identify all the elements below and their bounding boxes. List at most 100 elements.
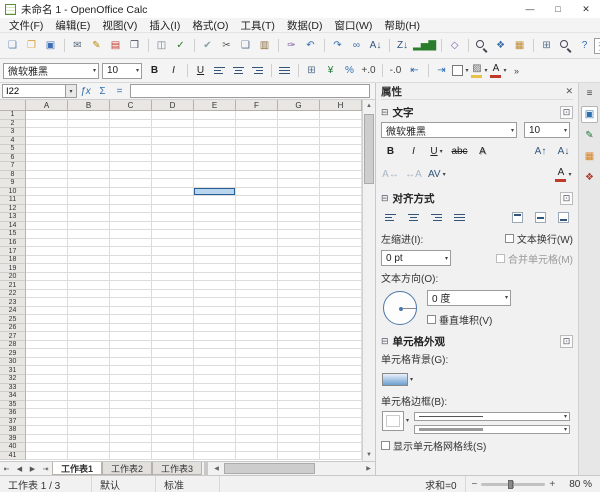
scroll-right-icon[interactable]: ▶ [362, 462, 375, 475]
cell-B8[interactable] [68, 171, 110, 180]
row-header-16[interactable]: 16 [0, 239, 26, 248]
cell-A33[interactable] [26, 384, 68, 393]
align-bottom-button[interactable] [555, 209, 572, 226]
cell-G25[interactable] [278, 315, 320, 324]
cell-G35[interactable] [278, 401, 320, 410]
cell-E7[interactable] [194, 162, 236, 171]
cell-H38[interactable] [320, 426, 362, 435]
increase-indent-button[interactable]: ⇥ [433, 62, 450, 79]
cell-H40[interactable] [320, 443, 362, 452]
cell-D40[interactable] [152, 443, 194, 452]
cell-E6[interactable] [194, 154, 236, 163]
sidebar-font-name-combobox[interactable]: 微软雅黑 ▾ [381, 122, 517, 138]
row-header-10[interactable]: 10 [0, 188, 26, 197]
menu-item-1[interactable]: 文件(F) [3, 18, 49, 32]
sidebar-font-color-button-dropdown-icon[interactable]: ▾ [568, 171, 571, 178]
cell-D6[interactable] [152, 154, 194, 163]
row-header-15[interactable]: 15 [0, 230, 26, 239]
cell-H1[interactable] [320, 111, 362, 120]
sidebar-font-size-dropdown-icon[interactable]: ▾ [564, 127, 567, 134]
menu-item-9[interactable]: 帮助(H) [378, 18, 426, 32]
cell-G38[interactable] [278, 426, 320, 435]
row-header-28[interactable]: 28 [0, 341, 26, 350]
cell-D35[interactable] [152, 401, 194, 410]
cell-F29[interactable] [236, 349, 278, 358]
cell-B17[interactable] [68, 247, 110, 256]
cell-A35[interactable] [26, 401, 68, 410]
cell-A25[interactable] [26, 315, 68, 324]
cell-C34[interactable] [110, 392, 152, 401]
cell-E24[interactable] [194, 307, 236, 316]
cell-E31[interactable] [194, 366, 236, 375]
cell-A28[interactable] [26, 341, 68, 350]
cell-E29[interactable] [194, 349, 236, 358]
indent-dropdown-icon[interactable]: ▾ [445, 255, 448, 262]
page-preview-button[interactable]: ◫ [153, 37, 170, 54]
cell-E40[interactable] [194, 443, 236, 452]
show-gridlines-checkbox[interactable] [381, 441, 390, 450]
cell-D19[interactable] [152, 264, 194, 273]
cell-A11[interactable] [26, 196, 68, 205]
cell-C5[interactable] [110, 145, 152, 154]
cell-F1[interactable] [236, 111, 278, 120]
cell-D14[interactable] [152, 222, 194, 231]
row-header-9[interactable]: 9 [0, 179, 26, 188]
cell-E18[interactable] [194, 256, 236, 265]
sidebar-close-button[interactable]: ✕ [565, 86, 573, 97]
navigator-button[interactable]: ❖ [492, 37, 509, 54]
column-header-A[interactable]: A [26, 100, 68, 111]
cell-G40[interactable] [278, 443, 320, 452]
cell-A38[interactable] [26, 426, 68, 435]
cell-G3[interactable] [278, 128, 320, 137]
cell-B9[interactable] [68, 179, 110, 188]
cell-F15[interactable] [236, 230, 278, 239]
cell-H26[interactable] [320, 324, 362, 333]
delete-decimal-button[interactable]: -.0 [387, 62, 404, 79]
new-document-button[interactable]: ❏ [4, 37, 21, 54]
cell-C21[interactable] [110, 281, 152, 290]
cell-E38[interactable] [194, 426, 236, 435]
row-header-3[interactable]: 3 [0, 128, 26, 137]
sheet-tab-2[interactable]: 工作表2 [102, 462, 152, 475]
cell-C37[interactable] [110, 418, 152, 427]
cell-D37[interactable] [152, 418, 194, 427]
sidebar-font-size-combobox[interactable]: 10 ▾ [524, 122, 570, 138]
cell-B20[interactable] [68, 273, 110, 282]
cell-D34[interactable] [152, 392, 194, 401]
cell-C27[interactable] [110, 332, 152, 341]
cell-F5[interactable] [236, 145, 278, 154]
sidebar-align-center-button[interactable] [405, 209, 422, 226]
cell-B10[interactable] [68, 188, 110, 197]
cell-C10[interactable] [110, 188, 152, 197]
cell-A37[interactable] [26, 418, 68, 427]
cell-A8[interactable] [26, 171, 68, 180]
cell-B33[interactable] [68, 384, 110, 393]
cell-background-color-button-dropdown-icon[interactable]: ▾ [410, 376, 413, 383]
cell-B2[interactable] [68, 120, 110, 129]
cell-E5[interactable] [194, 145, 236, 154]
cell-D25[interactable] [152, 315, 194, 324]
border-preset-button[interactable]: ▾ [382, 412, 409, 429]
merge-cells-checkbox[interactable] [496, 254, 505, 263]
align-right-button[interactable] [249, 62, 266, 79]
hyperlink-button[interactable]: ∞ [348, 37, 365, 54]
cell-G21[interactable] [278, 281, 320, 290]
cell-H28[interactable] [320, 341, 362, 350]
cell-G9[interactable] [278, 179, 320, 188]
sidebar-font-color-button[interactable]: A▾ [555, 166, 572, 183]
column-header-C[interactable]: C [110, 100, 152, 111]
cell-B7[interactable] [68, 162, 110, 171]
cell-B25[interactable] [68, 315, 110, 324]
spacing-decrease-button[interactable]: A↔ [382, 166, 399, 183]
row-header-5[interactable]: 5 [0, 145, 26, 154]
border-line-color-select[interactable]: ▾ [414, 425, 570, 434]
gallery-button[interactable]: ▦ [511, 37, 528, 54]
cell-E12[interactable] [194, 205, 236, 214]
cell-D20[interactable] [152, 273, 194, 282]
cell-A4[interactable] [26, 137, 68, 146]
cell-H3[interactable] [320, 128, 362, 137]
row-header-37[interactable]: 37 [0, 418, 26, 427]
paste-button[interactable]: ▥ [256, 37, 273, 54]
cell-D24[interactable] [152, 307, 194, 316]
cell-G34[interactable] [278, 392, 320, 401]
